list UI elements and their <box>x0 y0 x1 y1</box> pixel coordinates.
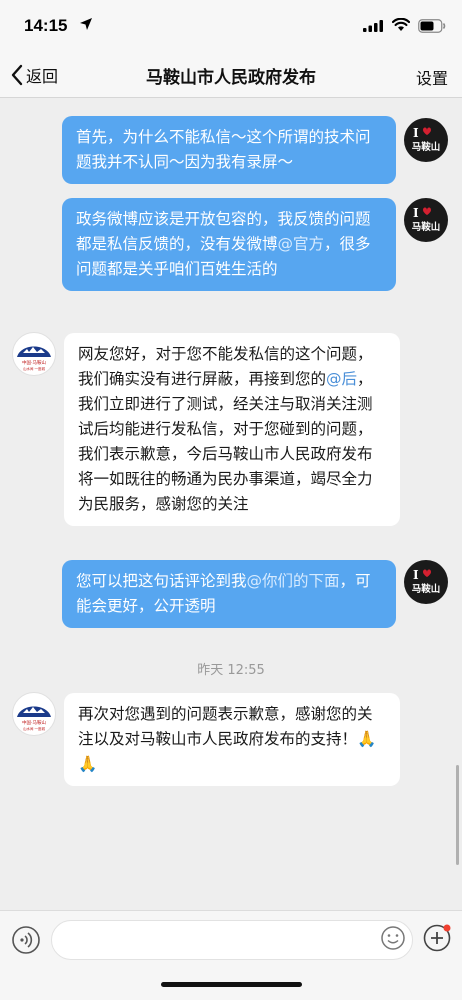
scrollbar[interactable] <box>456 765 459 865</box>
svg-text:I: I <box>413 568 419 582</box>
user-avatar-image: I 马鞍山 <box>412 568 441 595</box>
svg-text:马鞍山: 马鞍山 <box>412 221 441 233</box>
message-text: 您可以把这句话评论到我 <box>76 572 247 590</box>
svg-text:山水间 一座城: 山水间 一座城 <box>23 726 46 731</box>
svg-text:马鞍山: 马鞍山 <box>412 141 441 153</box>
message-bubble-outgoing[interactable]: 政务微博应该是开放包容的，我反馈的问题都是私信反馈的，没有发微博@官方，很多问题… <box>62 198 396 291</box>
message-text: 再次对您遇到的问题表示歉意，感谢您的关注以及对马鞍山市人民政府发布的支持！🙏🙏 <box>78 705 377 773</box>
page-title: 马鞍山市人民政府发布 <box>146 68 316 88</box>
svg-text:I: I <box>413 206 419 220</box>
status-bar: 14:15 <box>0 0 462 52</box>
settings-button[interactable]: 设置 <box>416 65 448 89</box>
plus-icon[interactable] <box>422 923 452 953</box>
user-avatar[interactable]: I 马鞍山 <box>404 198 448 242</box>
message-text: ，我们立即进行了测试，经关注与取消关注测试后均能进行发私信，对于您碰到的问题，我… <box>78 370 373 513</box>
user-avatar[interactable]: I 马鞍山 <box>404 118 448 162</box>
gov-avatar[interactable]: 中国·马鞍山 山水间 一座城 <box>12 692 56 736</box>
message-bubble-outgoing[interactable]: 首先，为什么不能私信～这个所谓的技术问题我并不认同～因为我有录屏～ <box>62 116 396 184</box>
message-input[interactable] <box>51 920 413 960</box>
user-avatar-image: I 马鞍山 <box>412 126 441 153</box>
gov-avatar-image: 中国·马鞍山 山水间 一座城 <box>17 706 51 731</box>
notification-dot <box>443 924 451 932</box>
message-bubble-outgoing[interactable]: 您可以把这句话评论到我@你们的下面，可能会更好，公开透明 <box>62 560 396 628</box>
svg-text:马鞍山: 马鞍山 <box>412 583 441 595</box>
voice-input-icon[interactable] <box>11 925 41 955</box>
home-indicator <box>161 982 302 987</box>
emoji-icon[interactable] <box>380 925 406 951</box>
svg-text:中国·马鞍山: 中国·马鞍山 <box>22 359 46 366</box>
user-avatar-image: I 马鞍山 <box>412 206 441 233</box>
user-avatar[interactable]: I 马鞍山 <box>404 560 448 604</box>
svg-text:I: I <box>413 126 419 140</box>
wifi-icon <box>392 18 410 31</box>
message-text: 首先，为什么不能私信～这个所谓的技术问题我并不认同～因为我有录屏～ <box>76 128 371 171</box>
gov-avatar-image: 中国·马鞍山 山水间 一座城 <box>17 346 51 371</box>
message-bubble-incoming[interactable]: 再次对您遇到的问题表示歉意，感谢您的关注以及对马鞍山市人民政府发布的支持！🙏🙏 <box>64 693 400 786</box>
gov-avatar[interactable]: 中国·马鞍山 山水间 一座城 <box>12 332 56 376</box>
mention-link[interactable]: @官方 <box>278 235 325 253</box>
nav-bar: 返回 马鞍山市人民政府发布 设置 <box>0 52 462 98</box>
location-arrow-icon <box>80 18 92 30</box>
mention-link[interactable]: @你们的下面 <box>247 572 340 590</box>
battery-icon <box>418 19 446 33</box>
cellular-signal-icon <box>363 20 383 32</box>
message-timestamp: 昨天 12:55 <box>197 663 265 678</box>
svg-text:中国·马鞍山: 中国·马鞍山 <box>22 719 46 726</box>
mention-link[interactable]: @后 <box>326 370 357 388</box>
message-bubble-incoming[interactable]: 网友您好，对于您不能发私信的这个问题，我们确实没有进行屏蔽，再接到您的@后，我们… <box>64 333 400 526</box>
status-time: 14:15 <box>24 16 68 35</box>
svg-text:山水间 一座城: 山水间 一座城 <box>23 366 46 371</box>
